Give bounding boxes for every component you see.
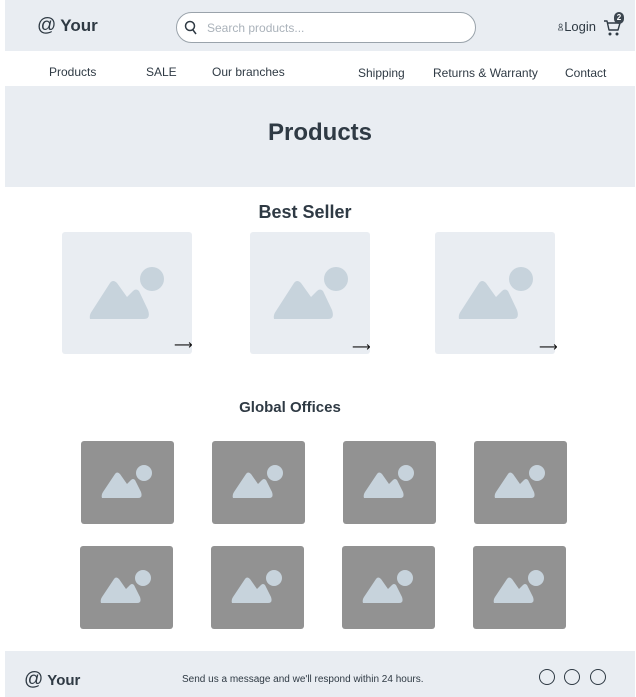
arrow-right-icon[interactable]: ⟶ — [539, 340, 558, 353]
nav-returns-warranty[interactable]: Returns & Warranty — [433, 66, 538, 80]
image-placeholder-icon — [362, 570, 413, 603]
best-seller-card[interactable]: ⟶ — [62, 232, 193, 354]
login-link[interactable]: Login — [558, 19, 596, 34]
best-seller-heading: Best Seller — [258, 202, 352, 222]
image-placeholder-icon — [493, 570, 544, 603]
image-placeholder-icon — [232, 465, 283, 498]
page-title: Products — [267, 119, 372, 146]
logo-text: Your — [47, 671, 81, 689]
office-image[interactable] — [343, 441, 436, 524]
best-seller-card[interactable]: ⟶ — [435, 232, 558, 354]
image-placeholder-icon — [273, 267, 348, 319]
nav-sale[interactable]: SALE — [146, 65, 177, 79]
logo-at-symbol: @ — [37, 15, 57, 36]
login-label: Login — [564, 19, 596, 34]
image-placeholder-icon — [231, 570, 282, 603]
page-banner: Products — [5, 86, 635, 187]
global-offices-heading: Global Offices — [239, 399, 341, 416]
nav-products[interactable]: Products — [49, 65, 96, 79]
image-placeholder-icon — [363, 465, 414, 498]
image-placeholder-icon — [89, 267, 164, 319]
nav-shipping[interactable]: Shipping — [358, 66, 405, 80]
social-icon[interactable] — [590, 669, 606, 685]
search-icon[interactable] — [184, 20, 198, 36]
arrow-right-icon[interactable]: ⟶ — [352, 340, 371, 353]
logo-at-symbol: @ — [24, 669, 44, 690]
office-image[interactable] — [81, 441, 174, 524]
office-image[interactable] — [342, 546, 435, 629]
user-icon — [558, 23, 563, 30]
image-placeholder-icon — [458, 267, 533, 319]
office-image[interactable] — [80, 546, 173, 629]
office-image[interactable] — [211, 546, 304, 629]
search-input[interactable] — [207, 19, 462, 37]
best-seller-card[interactable]: ⟶ — [250, 232, 371, 354]
cart-count-badge: 2 — [614, 12, 624, 24]
nav-contact[interactable]: Contact — [565, 66, 606, 80]
logo-text: Your — [60, 16, 98, 35]
image-placeholder-icon — [100, 570, 151, 603]
footer-message: Send us a message and we'll respond with… — [182, 674, 424, 685]
image-placeholder-icon — [494, 465, 545, 498]
office-image[interactable] — [473, 546, 566, 629]
site-logo[interactable]: @ Your — [37, 15, 98, 37]
office-image[interactable] — [474, 441, 567, 524]
office-image[interactable] — [212, 441, 305, 524]
social-icon[interactable] — [564, 669, 580, 685]
image-placeholder-icon — [101, 465, 152, 498]
arrow-right-icon[interactable]: ⟶ — [174, 338, 193, 351]
nav-our-branches[interactable]: Our branches — [212, 65, 285, 79]
main-nav: Products SALE Our branches Shipping Retu… — [5, 51, 635, 86]
social-icon[interactable] — [539, 669, 555, 685]
footer-logo[interactable]: @ Your — [24, 669, 80, 691]
search-bar — [176, 12, 476, 43]
